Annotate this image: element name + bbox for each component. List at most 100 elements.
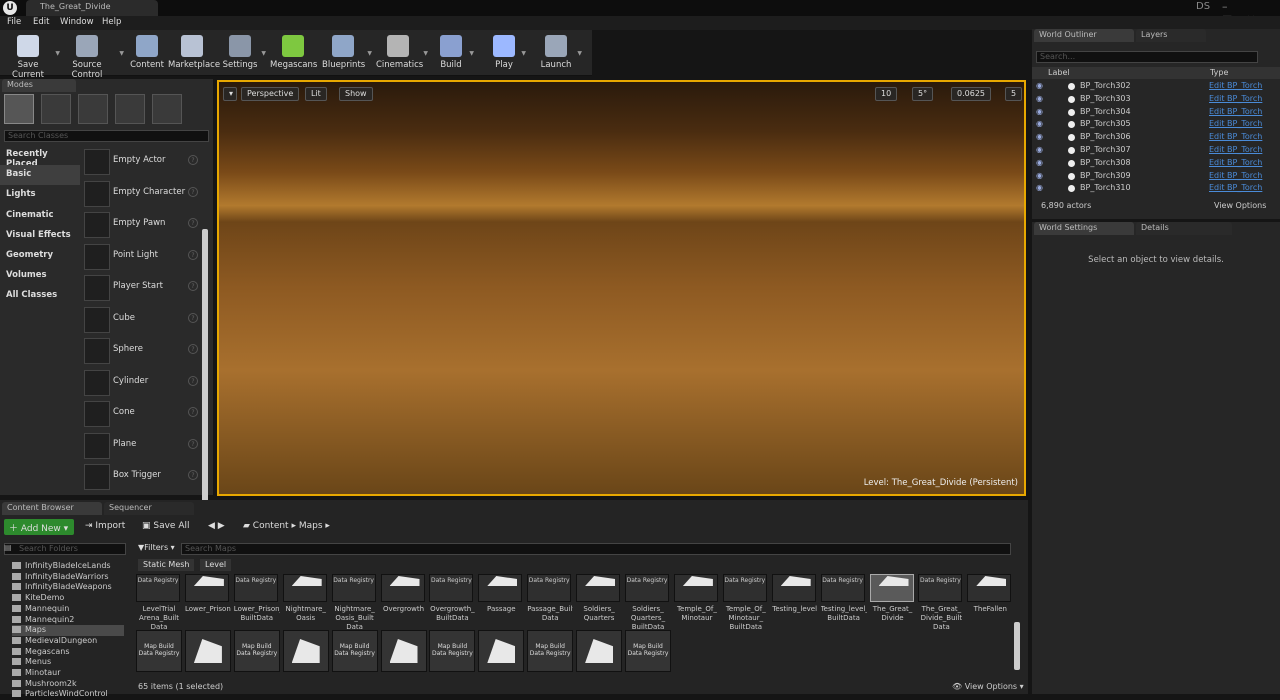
asset-tile[interactable]: Map Build Data Registry <box>233 630 280 672</box>
class-item-player-start[interactable]: Player Start? <box>84 273 200 302</box>
asset-tile[interactable]: Map Build Data Registry <box>136 630 182 672</box>
menu-file[interactable]: File <box>7 17 21 27</box>
outliner-row[interactable]: ◉ BP_Torch309 Edit BP_Torch <box>1032 170 1280 183</box>
toolbar-save-button[interactable]: Save Current ▼ <box>4 30 60 80</box>
asset-tile[interactable]: Temple_Of_ Minotaur <box>673 574 720 623</box>
chevron-down-icon[interactable]: ▼ <box>367 50 372 57</box>
filters-button[interactable]: ▼Filters ▾ <box>138 543 175 552</box>
edit-blueprint-link[interactable]: Edit BP_Torch <box>1209 81 1262 90</box>
asset-tile[interactable]: Nightmare_ Oasis <box>282 574 329 623</box>
toolbar-build-button[interactable]: Build ▼ <box>436 30 474 76</box>
show-button[interactable]: Show <box>339 87 373 101</box>
folder-item[interactable]: InfinityBladeWeapons <box>12 582 124 593</box>
tab-layers[interactable]: Layers <box>1136 29 1206 42</box>
help-icon[interactable]: ? <box>188 375 198 386</box>
menu-edit[interactable]: Edit <box>33 17 49 27</box>
asset-tile[interactable]: Data Registry The_Great_ Divide_Built Dat… <box>918 574 964 632</box>
class-item-cone[interactable]: Cone? <box>84 399 200 428</box>
grid-snap-value[interactable]: 10 <box>875 87 898 101</box>
edit-blueprint-link[interactable]: Edit BP_Torch <box>1209 145 1262 154</box>
edit-blueprint-link[interactable]: Edit BP_Torch <box>1209 94 1262 103</box>
outliner-row[interactable]: ◉ BP_Torch306 Edit BP_Torch <box>1032 131 1280 144</box>
outliner-row[interactable]: ◉ BP_Torch304 Edit BP_Torch <box>1032 106 1280 119</box>
help-icon[interactable]: ? <box>188 438 198 449</box>
asset-tile[interactable]: Data Registry Nightmare_ Oasis_Built Data <box>331 574 378 632</box>
camera-speed-value[interactable]: 5 <box>1005 87 1023 101</box>
tab-content-browser[interactable]: Content Browser <box>2 502 102 515</box>
asset-tile[interactable]: The_Great_ Divide <box>869 574 916 623</box>
folder-item[interactable]: Menus <box>12 657 124 668</box>
asset-tile[interactable] <box>380 630 427 672</box>
edit-blueprint-link[interactable]: Edit BP_Torch <box>1209 119 1262 128</box>
folder-item[interactable]: Mannequin <box>12 604 124 615</box>
asset-tile[interactable]: Map Build Data Registry <box>331 630 378 672</box>
help-icon[interactable]: ? <box>188 218 198 228</box>
edit-blueprint-link[interactable]: Edit BP_Torch <box>1209 171 1262 180</box>
edit-blueprint-link[interactable]: Edit BP_Torch <box>1209 183 1262 192</box>
asset-tile[interactable]: Data Registry LevelTrial Arena_Built Data <box>136 574 182 632</box>
category-cinematic[interactable]: Cinematic <box>0 206 80 226</box>
asset-tile[interactable]: Map Build Data Registry <box>429 630 476 672</box>
help-icon[interactable]: ? <box>188 407 198 417</box>
add-new-button[interactable]: ＋ Add New ▾ <box>4 519 74 535</box>
visibility-eye-icon[interactable]: ◉ <box>1036 119 1043 128</box>
category-visual-effects[interactable]: Visual Effects <box>0 226 80 246</box>
class-item-plane[interactable]: Plane? <box>84 431 200 460</box>
toolbar-marketplace-button[interactable]: Marketplace <box>168 30 220 76</box>
outliner-row[interactable]: ◉ BP_Torch310 Edit BP_Torch <box>1032 182 1280 195</box>
outliner-row[interactable]: ◉ BP_Torch307 Edit BP_Torch <box>1032 144 1280 157</box>
asset-tile[interactable]: Data Registry Passage_Built Data <box>527 574 573 623</box>
asset-tile[interactable] <box>282 630 329 672</box>
outliner-row[interactable]: ◉ BP_Torch305 Edit BP_Torch <box>1032 118 1280 131</box>
breadcrumb-content[interactable]: Content <box>253 521 289 531</box>
help-icon[interactable]: ? <box>188 155 198 165</box>
visibility-eye-icon[interactable]: ◉ <box>1036 158 1043 167</box>
toolbar-launch-button[interactable]: Launch ▼ <box>538 30 582 76</box>
category-basic[interactable]: Basic <box>0 165 80 186</box>
toolbar-play-button[interactable]: Play ▼ <box>490 30 526 76</box>
class-item-box-trigger[interactable]: Box Trigger? <box>84 462 200 491</box>
rotation-snap-value[interactable]: 5° <box>912 87 934 101</box>
folder-item[interactable]: InfinityBladeIceLands <box>12 561 124 572</box>
perspective-button[interactable]: Perspective <box>241 87 300 101</box>
toolbar-settings-button[interactable]: Settings ▼ <box>222 30 266 76</box>
visibility-eye-icon[interactable]: ◉ <box>1036 145 1043 154</box>
viewport-menu-button[interactable]: ▾ <box>223 87 237 101</box>
tab-sequencer[interactable]: Sequencer <box>104 502 194 515</box>
help-icon[interactable]: ? <box>188 470 198 480</box>
tab-world-settings[interactable]: World Settings <box>1034 222 1134 235</box>
visibility-eye-icon[interactable]: ◉ <box>1036 183 1043 192</box>
outliner-view-options[interactable]: View Options <box>1214 201 1266 210</box>
folder-item[interactable]: MedievalDungeon <box>12 636 124 647</box>
scale-snap-value[interactable]: 0.0625 <box>951 87 991 101</box>
folder-item[interactable]: Mushroom2k <box>12 679 124 690</box>
level-viewport[interactable]: ▾ Perspective Lit Show 10 5° 0.0625 5 Le… <box>217 80 1026 496</box>
category-all-classes[interactable]: All Classes <box>0 286 80 306</box>
toolbar-source-control-button[interactable]: Source Control ▼ <box>58 30 124 80</box>
asset-tile[interactable]: Data Registry Temple_Of_ Minotaur_ BuiltD… <box>722 574 769 632</box>
breadcrumb[interactable]: ▰ Content ▸ Maps ▸ <box>238 519 335 535</box>
lit-button[interactable]: Lit <box>305 87 327 101</box>
toolbar-megascans-button[interactable]: Megascans <box>270 30 317 76</box>
breadcrumb-maps[interactable]: Maps <box>299 521 323 531</box>
landscape-mode-icon[interactable] <box>78 94 108 124</box>
class-item-empty-pawn[interactable]: Empty Pawn? <box>84 210 200 239</box>
visibility-eye-icon[interactable]: ◉ <box>1036 132 1043 141</box>
tab-details[interactable]: Details <box>1136 222 1232 235</box>
category-geometry[interactable]: Geometry <box>0 246 80 266</box>
place-mode-icon[interactable] <box>4 94 34 124</box>
chevron-down-icon[interactable]: ▼ <box>423 50 428 57</box>
chevron-down-icon[interactable]: ▼ <box>119 50 124 57</box>
folder-item[interactable]: Maps <box>12 625 124 636</box>
tab-modes[interactable]: Modes <box>2 79 76 92</box>
edit-blueprint-link[interactable]: Edit BP_Torch <box>1209 107 1262 116</box>
col-label[interactable]: Label <box>1048 68 1070 77</box>
asset-tile[interactable] <box>184 630 231 672</box>
outliner-row[interactable]: ◉ BP_Torch303 Edit BP_Torch <box>1032 93 1280 106</box>
class-item-point-light[interactable]: Point Light? <box>84 242 200 271</box>
folder-item[interactable]: Mannequin2 <box>12 615 124 626</box>
import-button[interactable]: ⇥ Import <box>80 519 130 535</box>
assets-scrollbar[interactable] <box>1014 622 1020 670</box>
folder-item[interactable]: Minotaur <box>12 668 124 679</box>
chevron-down-icon[interactable]: ▼ <box>521 50 526 57</box>
